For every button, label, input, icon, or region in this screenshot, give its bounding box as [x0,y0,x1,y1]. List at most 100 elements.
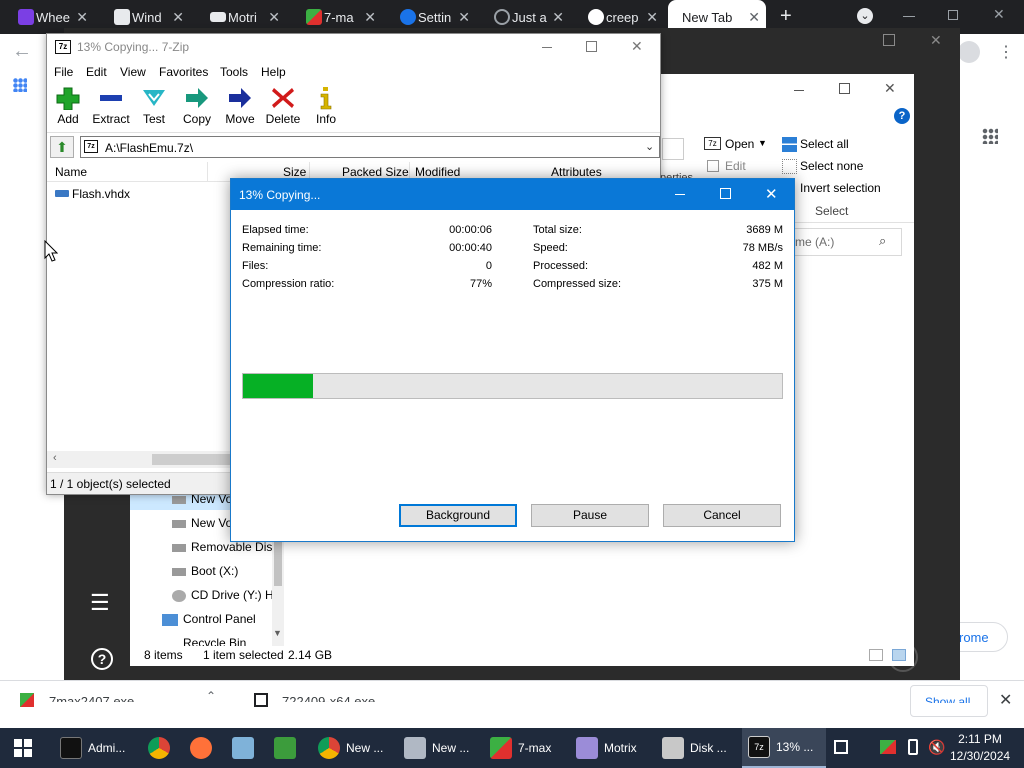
google-apps-icon[interactable] [982,128,998,144]
sliders-icon[interactable]: ☰ [90,590,116,616]
column-packed-size[interactable]: Packed Size [342,165,409,179]
close-icon[interactable]: ✕ [552,9,564,26]
nav-item[interactable]: Control Panel [183,612,256,626]
close-icon[interactable]: ✕ [631,38,643,55]
taskbar-item[interactable] [268,728,306,768]
downloads-bar: 7max2407.exe ⌃ 722409-x64.exe Show all ✕ [0,680,1024,728]
column-size[interactable]: Size [283,165,306,179]
taskbar-item-active[interactable]: 7z 13% ... [742,728,826,768]
taskbar-item[interactable]: New ... [312,728,394,768]
edit-button[interactable]: Edit [725,159,746,173]
profile-avatar[interactable] [958,41,980,63]
taskbar-item[interactable]: Admi... [54,728,140,768]
help-icon[interactable]: ? [894,108,910,124]
close-icon[interactable]: ✕ [884,80,896,97]
minimize-icon[interactable] [794,90,804,91]
close-icon[interactable]: ✕ [364,9,376,26]
taskbar-item[interactable] [226,728,264,768]
tab-label: Just a [512,9,547,25]
close-icon[interactable]: ✕ [172,9,184,26]
minimize-icon[interactable] [542,47,552,48]
taskbar-item[interactable] [184,728,222,768]
maximize-icon[interactable] [948,10,958,20]
tray-app-icon[interactable] [834,740,848,754]
info-button[interactable]: Info [300,86,352,126]
apps-grid-icon[interactable] [13,78,27,92]
menu-file[interactable]: File [54,65,73,79]
folder-up-button[interactable]: ⬆ [50,136,74,158]
large-icons-view-icon[interactable] [892,649,906,661]
show-all-button[interactable]: Show all [910,685,988,717]
maximize-icon[interactable] [720,188,731,199]
invert-selection-button[interactable]: Invert selection [800,181,881,195]
menu-edit[interactable]: Edit [86,65,107,79]
close-icon[interactable]: ✕ [268,9,280,26]
taskbar-item[interactable]: Disk ... [656,728,738,768]
tab-search-button[interactable]: ⌄ [857,8,873,24]
menu-favorites[interactable]: Favorites [159,65,208,79]
download-item[interactable]: 722409-x64.exe [282,694,375,702]
close-icon[interactable]: ✕ [993,6,1005,23]
cancel-button[interactable]: Cancel [663,504,781,527]
select-none-button[interactable]: Select none [800,159,863,173]
close-icon[interactable]: ✕ [999,690,1012,710]
open-button[interactable]: Open [725,137,754,151]
clock-time[interactable]: 2:11 PM [958,732,1002,746]
minimize-icon[interactable] [903,16,915,17]
details-view-icon[interactable] [869,649,883,661]
column-modified[interactable]: Modified [415,165,460,179]
select-all-button[interactable]: Select all [800,137,849,151]
restore-icon[interactable] [883,34,895,46]
status-selection: 1 item selected [203,648,284,662]
close-icon[interactable]: ✕ [76,9,88,26]
total-size-value: 3689 M [746,224,783,236]
pause-button[interactable]: Pause [531,504,649,527]
chevron-down-icon[interactable]: ▼ [273,628,282,638]
download-item[interactable]: 7max2407.exe [49,694,134,702]
taskbar-item[interactable]: 7-max [484,728,566,768]
volume-muted-icon[interactable]: 🔇 [928,739,945,756]
properties-icon[interactable] [662,138,684,160]
usb-icon[interactable] [908,739,918,755]
nav-item[interactable]: Removable Dis [191,540,272,554]
tray-7max-icon[interactable] [880,740,896,754]
scrollbar-thumb[interactable] [152,454,232,465]
info-icon [320,87,332,110]
minimize-icon[interactable] [675,194,685,195]
taskbar-item[interactable]: New ... [398,728,480,768]
nav-item[interactable]: Recycle Bin [183,636,246,646]
chevron-up-icon[interactable]: ⌃ [206,689,216,703]
back-arrow-icon[interactable]: ← [12,40,32,63]
menu-help[interactable]: Help [261,65,286,79]
new-tab-button[interactable]: + [780,5,792,28]
column-name[interactable]: Name [55,165,87,179]
nav-item[interactable]: CD Drive (Y:) H [191,588,274,602]
nav-item[interactable]: Boot (X:) [191,564,238,578]
close-icon[interactable]: ✕ [646,9,658,26]
loading-icon [494,9,510,25]
close-icon[interactable]: ✕ [930,32,942,49]
close-icon[interactable]: ✕ [458,9,470,26]
maximize-icon[interactable] [839,83,850,94]
background-button[interactable]: Background [399,504,517,527]
clock-date[interactable]: 12/30/2024 [950,749,1010,763]
search-box[interactable]: me (A:) ⌕ [790,228,902,256]
menu-view[interactable]: View [120,65,146,79]
more-menu-icon[interactable]: ⋮ [998,42,1014,62]
close-icon[interactable]: ✕ [765,185,778,203]
menu-tools[interactable]: Tools [220,65,248,79]
plus-icon [56,87,80,110]
chevron-down-icon[interactable]: ⌄ [645,140,654,153]
taskbar-item[interactable]: Motrix [570,728,652,768]
column-attributes[interactable]: Attributes [551,165,602,179]
chevron-left-icon[interactable]: ‹ [53,452,57,464]
file-row[interactable]: Flash.vhdx [51,185,227,203]
taskbar-item[interactable] [142,728,180,768]
nav-item[interactable]: New Vo [191,516,232,530]
extract-label: Extract [92,112,130,126]
maximize-icon[interactable] [586,41,597,52]
close-icon[interactable]: ✕ [748,9,760,26]
help-icon[interactable]: ? [91,648,113,670]
windows-start-icon[interactable] [14,739,32,757]
path-combobox[interactable]: 7z A:\FlashEmu.7z\ ⌄ [80,136,660,158]
